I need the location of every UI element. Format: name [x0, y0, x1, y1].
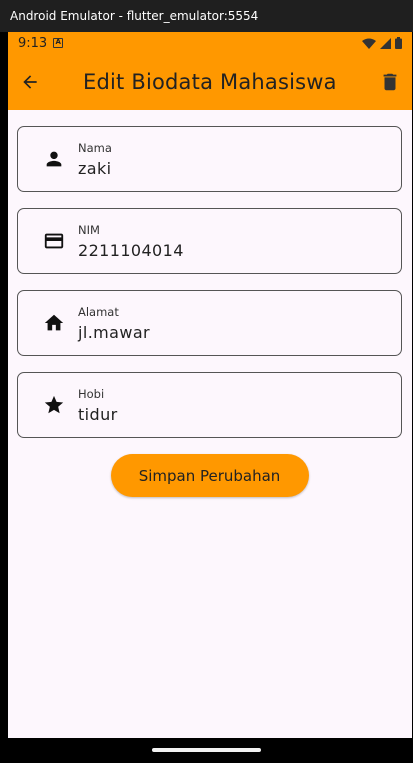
back-button[interactable] [18, 70, 42, 94]
alamat-label: Alamat [78, 304, 119, 319]
person-icon [42, 147, 66, 171]
app-bar: Edit Biodata Mahasiswa [8, 54, 412, 110]
home-gesture-handle[interactable] [152, 748, 261, 752]
window-title-text: Android Emulator - flutter_emulator:5554 [10, 9, 259, 23]
star-icon [42, 393, 66, 417]
nim-label: NIM [78, 222, 100, 237]
save-changes-button[interactable]: Simpan Perubahan [110, 454, 309, 497]
alamat-field[interactable]: Alamat jl.mawar [17, 290, 402, 356]
signal-icon [380, 37, 391, 49]
status-time: 9:13 [18, 35, 48, 51]
battery-icon [395, 37, 402, 49]
nim-field[interactable]: NIM 2211104014 [17, 208, 402, 274]
system-nav-bar [8, 738, 412, 763]
nim-value[interactable]: 2211104014 [78, 241, 184, 260]
nama-field[interactable]: Nama zaki [17, 126, 402, 192]
nama-label: Nama [78, 140, 112, 155]
phone-screen: 9:13 A Edit Biodata Mahasiswa Nama zaki [8, 32, 412, 738]
alamat-value[interactable]: jl.mawar [78, 323, 150, 342]
form-content: Nama zaki NIM 2211104014 Alamat jl.mawar [8, 110, 412, 497]
emulator-window-title: Android Emulator - flutter_emulator:5554 [0, 0, 413, 32]
hobi-label: Hobi [78, 386, 105, 401]
trash-icon [383, 73, 397, 91]
page-title: Edit Biodata Mahasiswa [83, 70, 337, 94]
delete-button[interactable] [378, 70, 402, 94]
arrow-back-icon [23, 75, 37, 89]
status-bar: 9:13 A [8, 32, 412, 54]
hobi-value[interactable]: tidur [78, 405, 118, 424]
credit-card-icon [42, 229, 66, 253]
hobi-field[interactable]: Hobi tidur [17, 372, 402, 438]
home-icon [42, 311, 66, 335]
notification-a-icon: A [53, 38, 64, 48]
wifi-icon [362, 38, 376, 49]
nama-value[interactable]: zaki [78, 159, 112, 178]
